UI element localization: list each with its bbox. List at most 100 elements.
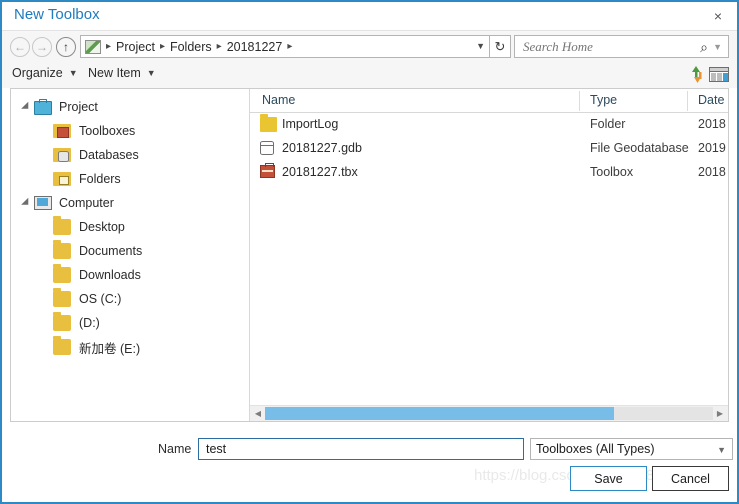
folder-icon: [53, 336, 71, 355]
breadcrumb-separator: ▸: [287, 41, 293, 52]
view-icon-header: [710, 68, 728, 72]
chevron-down-icon[interactable]: ▼: [717, 445, 726, 455]
file-type: File Geodatabase: [590, 141, 689, 155]
refresh-icon[interactable]: ↻: [490, 35, 511, 58]
tree-item-label: 新加卷 (E:): [79, 341, 141, 356]
breadcrumb-item-folders[interactable]: Folders: [170, 40, 212, 54]
file-date: 2018: [698, 165, 726, 179]
tree-item-label: Desktop: [79, 220, 125, 234]
breadcrumb-separator: ▸: [106, 41, 112, 52]
tree-item-label: Databases: [79, 148, 139, 162]
scroll-left-icon[interactable]: ◀: [251, 406, 265, 421]
file-type: Folder: [590, 117, 626, 131]
breadcrumb-item-project[interactable]: Project: [116, 40, 155, 54]
chevron-down-icon[interactable]: ▼: [476, 41, 485, 51]
organize-menu[interactable]: Organize ▼: [12, 66, 78, 80]
navigation-bar: ← → ↑ ▸ Project ▸ Folders ▸ 20181227 ▸ ▼…: [2, 30, 737, 62]
file-date: 2018: [698, 117, 726, 131]
folder-toolbox-icon: [53, 123, 71, 139]
column-divider[interactable]: [687, 91, 688, 111]
navigation-tree[interactable]: Project Toolboxes Databases Folders Comp…: [11, 89, 250, 421]
sort-arrows-icon[interactable]: [692, 66, 706, 83]
toolbox-icon: [260, 163, 275, 178]
type-filter-select[interactable]: Toolboxes (All Types) ▼: [530, 438, 733, 460]
search-box[interactable]: ⌕ ▼: [514, 35, 729, 58]
tree-item-label: Folders: [79, 172, 121, 186]
column-header-date[interactable]: Date: [698, 93, 724, 107]
tree-item-folders[interactable]: Folders: [11, 167, 249, 191]
view-icon-col: [711, 73, 716, 81]
tree-item-d[interactable]: (D:): [11, 311, 249, 335]
back-icon[interactable]: ←: [10, 37, 30, 57]
tree-item-e[interactable]: 新加卷 (E:): [11, 335, 249, 359]
file-list-pane: Name Type Date ImportLog Folder 2018 201…: [250, 89, 728, 421]
tree-item-databases[interactable]: Databases: [11, 143, 249, 167]
folder-icon: [53, 312, 71, 331]
scrollbar-track[interactable]: [265, 407, 713, 420]
chevron-down-icon[interactable]: ▼: [713, 42, 722, 52]
tree-item-os-c[interactable]: OS (C:): [11, 287, 249, 311]
breadcrumb-separator: ▸: [159, 41, 165, 52]
tree-item-label: Computer: [59, 196, 114, 210]
file-rows: ImportLog Folder 2018 20181227.gdb File …: [250, 113, 728, 405]
name-input[interactable]: [204, 441, 504, 457]
new-item-menu[interactable]: New Item ▼: [88, 66, 156, 80]
folder-icon: [53, 264, 71, 283]
horizontal-scrollbar[interactable]: ◀ ▶: [250, 405, 728, 421]
file-type: Toolbox: [590, 165, 634, 179]
page-title: New Toolbox: [14, 6, 100, 23]
type-filter-value: Toolboxes (All Types): [536, 442, 655, 456]
title-bar: New Toolbox ×: [2, 2, 737, 30]
tree-item-label: (D:): [79, 316, 100, 330]
save-button[interactable]: Save: [570, 466, 647, 491]
tree-item-computer[interactable]: Computer: [11, 191, 249, 215]
expander-icon[interactable]: [19, 101, 33, 113]
file-date: 2019: [698, 141, 726, 155]
computer-icon: [33, 195, 52, 211]
column-headers: Name Type Date: [250, 89, 728, 113]
command-toolbar: Organize ▼ New Item ▼: [2, 62, 737, 88]
home-map-icon[interactable]: [85, 39, 101, 54]
organize-label: Organize: [12, 66, 63, 80]
table-row[interactable]: 20181227.tbx Toolbox 2018: [250, 161, 728, 185]
tree-item-label: Downloads: [79, 268, 141, 282]
name-field[interactable]: [198, 438, 524, 460]
new-item-label: New Item: [88, 66, 141, 80]
column-divider[interactable]: [579, 91, 580, 111]
tree-item-project[interactable]: Project: [11, 95, 249, 119]
scroll-right-icon[interactable]: ▶: [713, 406, 727, 421]
tree-item-label: Toolboxes: [79, 124, 136, 138]
breadcrumb[interactable]: ▸ Project ▸ Folders ▸ 20181227 ▸ ▼: [80, 35, 490, 58]
folder-icon: [260, 114, 277, 132]
folder-database-icon: [53, 147, 71, 163]
tree-item-toolboxes[interactable]: Toolboxes: [11, 119, 249, 143]
search-input[interactable]: [521, 37, 686, 56]
column-header-type[interactable]: Type: [590, 93, 617, 107]
breadcrumb-item-20181227[interactable]: 20181227: [227, 40, 283, 54]
chevron-down-icon: ▼: [68, 68, 78, 78]
scrollbar-thumb[interactable]: [265, 407, 615, 420]
tree-item-documents[interactable]: Documents: [11, 239, 249, 263]
expander-icon[interactable]: [19, 197, 33, 209]
view-icon-col: [723, 73, 728, 81]
tree-item-label: OS (C:): [79, 292, 122, 306]
geodatabase-icon: [260, 141, 274, 155]
search-icon[interactable]: ⌕: [700, 39, 708, 56]
view-layout-icon[interactable]: [709, 67, 729, 82]
file-name: 20181227.gdb: [282, 141, 362, 155]
table-row[interactable]: ImportLog Folder 2018: [250, 113, 728, 137]
folder-icon: [53, 240, 71, 259]
table-row[interactable]: 20181227.gdb File Geodatabase 2019: [250, 137, 728, 161]
cancel-button[interactable]: Cancel: [652, 466, 729, 491]
project-briefcase-icon: [33, 99, 52, 115]
tree-item-label: Project: [59, 100, 98, 114]
tree-item-desktop[interactable]: Desktop: [11, 215, 249, 239]
chevron-down-icon: ▼: [146, 68, 156, 78]
name-label: Name: [158, 442, 192, 456]
up-icon[interactable]: ↑: [56, 37, 76, 57]
column-header-name[interactable]: Name: [262, 93, 295, 107]
forward-icon[interactable]: →: [32, 37, 52, 57]
tree-item-downloads[interactable]: Downloads: [11, 263, 249, 287]
close-icon[interactable]: ×: [703, 4, 733, 28]
folder-icon: [53, 216, 71, 235]
